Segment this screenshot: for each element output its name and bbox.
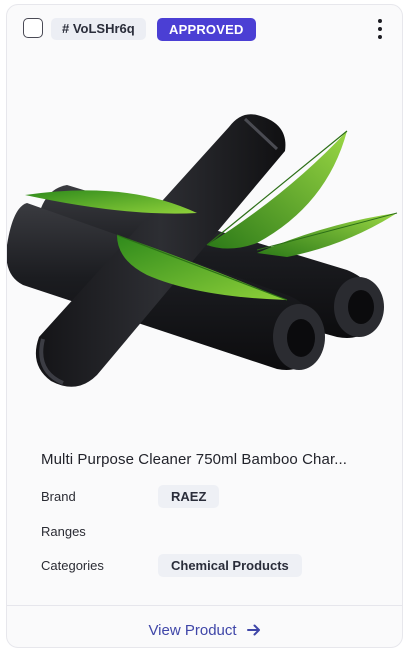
kebab-dot <box>378 27 382 31</box>
categories-chip: Chemical Products <box>158 554 302 577</box>
product-image[interactable] <box>7 85 402 415</box>
kebab-menu-icon[interactable] <box>371 17 389 41</box>
categories-label: Categories <box>41 558 104 573</box>
view-product-link[interactable]: View Product <box>7 617 402 643</box>
kebab-dot <box>378 35 382 39</box>
brand-label: Brand <box>41 489 76 504</box>
arrow-right-icon <box>246 623 261 637</box>
card-divider <box>7 605 402 606</box>
product-card: # VoLSHr6q APPROVED Multi Purpose Cleane… <box>6 4 403 648</box>
status-badge: APPROVED <box>157 18 256 41</box>
kebab-dot <box>378 19 382 23</box>
product-title[interactable]: Multi Purpose Cleaner 750ml Bamboo Char.… <box>41 451 386 468</box>
select-checkbox[interactable] <box>23 18 43 38</box>
charcoal-illustration <box>7 114 398 387</box>
view-product-label: View Product <box>148 621 237 639</box>
sku-badge: # VoLSHr6q <box>51 18 146 40</box>
brand-chip: RAEZ <box>158 485 220 508</box>
ranges-label: Ranges <box>41 524 86 539</box>
